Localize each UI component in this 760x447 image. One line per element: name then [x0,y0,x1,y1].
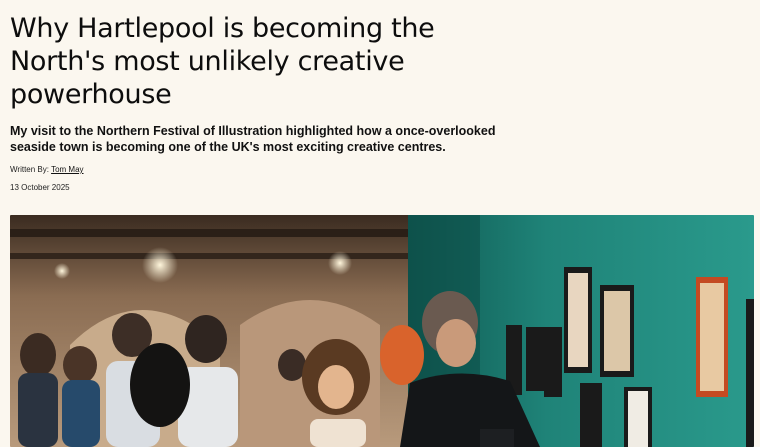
publish-date: 13 October 2025 [10,183,70,192]
byline: Written By: Tom May [10,165,84,175]
author-link[interactable]: Tom May [51,165,83,174]
byline-label: Written By: [10,165,52,174]
article-standfirst: My visit to the Northern Festival of Ill… [10,124,496,154]
article-headline: Why Hartlepool is becoming the North's m… [10,13,435,110]
hero-photo-illustration [10,215,754,447]
hero-image [10,215,754,447]
article: Why Hartlepool is becoming the North's m… [0,0,760,447]
